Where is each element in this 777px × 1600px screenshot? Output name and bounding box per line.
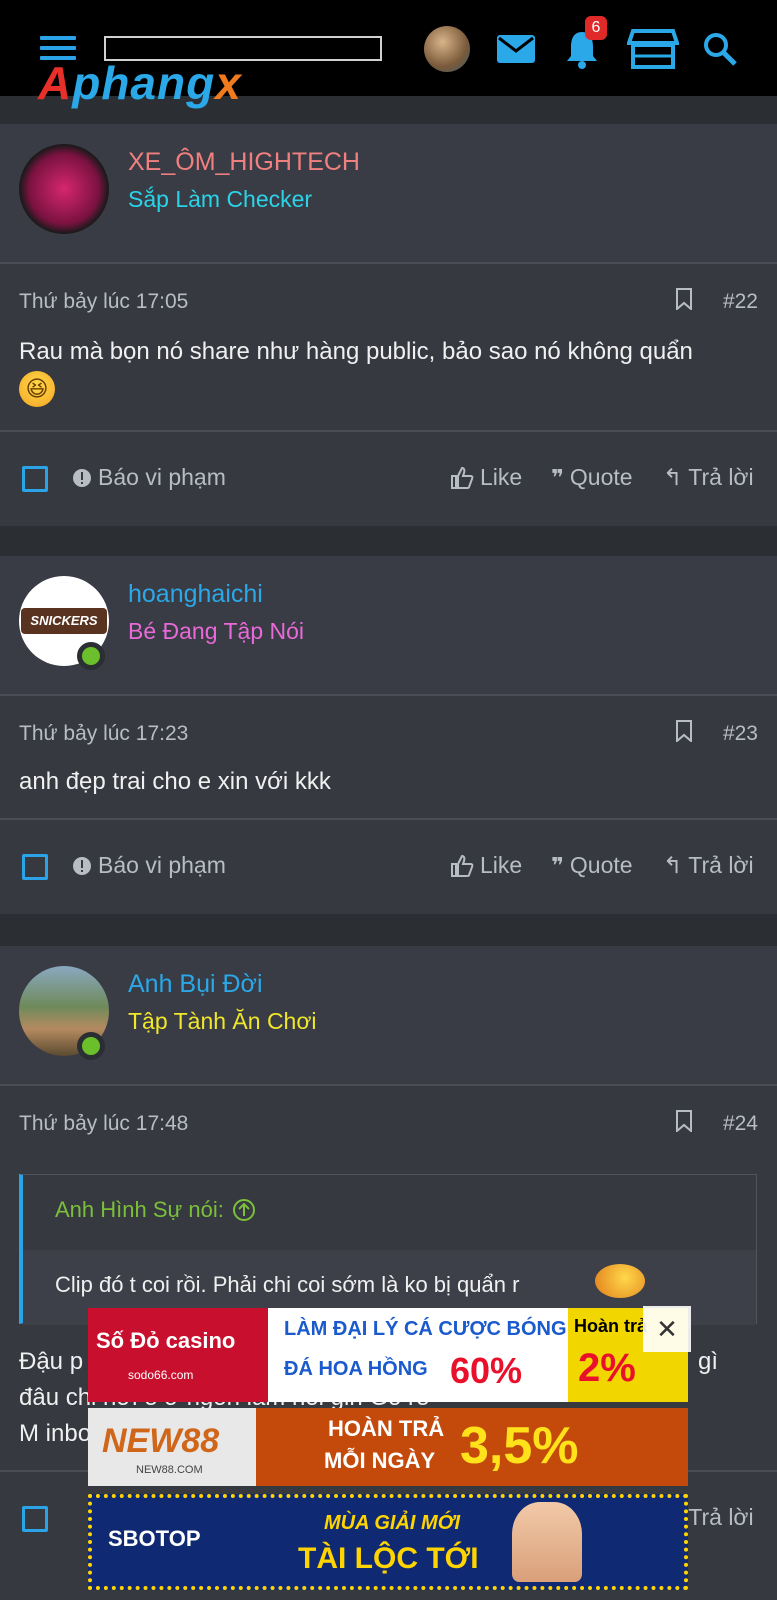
quote-label: Quote	[569, 852, 633, 878]
quote-icon: ❞	[551, 852, 564, 878]
arrow-up-circle-icon[interactable]	[232, 1198, 256, 1222]
post-author-block: XE_ÔM_HIGHTECH Sắp Làm Checker	[0, 124, 777, 264]
ad-brand: SBOTOP	[108, 1526, 201, 1551]
ad-model-image	[512, 1502, 582, 1582]
post-content-line: Đậu p	[19, 1348, 84, 1375]
ad-site: NEW88.COM	[136, 1464, 203, 1476]
reply-button[interactable]: ↰ Trả lời	[663, 852, 754, 879]
post-date[interactable]: Thứ bảy lúc 17:23	[19, 722, 188, 746]
online-indicator-icon	[77, 642, 105, 670]
quote-icon: ❞	[551, 464, 564, 490]
post-number[interactable]: #22	[723, 290, 758, 314]
author-title: Tập Tành Ăn Chơi	[128, 1008, 317, 1034]
post-number[interactable]: #23	[723, 722, 758, 746]
ad-banner-sbotop[interactable]: SBOTOP MÙA GIẢI MỚI TÀI LỘC TỚI	[88, 1494, 688, 1590]
post-card: SNICKERS hoanghaichi Bé Đang Tập Nói Thứ…	[0, 556, 777, 914]
post-content-line: M inbo	[19, 1420, 92, 1447]
author-avatar[interactable]	[19, 144, 109, 234]
reply-icon: ↰	[663, 852, 683, 878]
quote-header: Anh Hình Sự nói:	[23, 1175, 756, 1250]
ad-line2: ĐÁ HOA HỒNG	[284, 1358, 428, 1380]
report-button[interactable]: Báo vi phạm	[72, 852, 226, 879]
top-nav-bar: Aphangx 6	[0, 0, 777, 109]
post-author-block: SNICKERS hoanghaichi Bé Đang Tập Nói	[0, 556, 777, 696]
author-title: Bé Đang Tập Nói	[128, 618, 305, 644]
like-button[interactable]: Like	[450, 464, 522, 491]
post-number[interactable]: #24	[723, 1112, 758, 1136]
author-name[interactable]: XE_ÔM_HIGHTECH	[128, 148, 360, 177]
post-content: anh đẹp trai cho e xin với kkk	[19, 768, 331, 795]
user-avatar[interactable]	[424, 26, 470, 72]
post-date[interactable]: Thứ bảy lúc 17:05	[19, 290, 188, 314]
select-checkbox[interactable]	[22, 466, 48, 492]
like-button[interactable]: Like	[450, 852, 522, 879]
reply-label: Trả lời	[688, 852, 754, 878]
snickers-logo: SNICKERS	[21, 608, 107, 634]
ad-line1: LÀM ĐẠI LÝ CÁ CƯỢC BÓNG	[284, 1318, 567, 1340]
ad-banner-sodo[interactable]: Số Đỏ casino sodo66.com LÀM ĐẠI LÝ CÁ CƯ…	[88, 1308, 688, 1402]
reply-icon: ↰	[663, 464, 683, 490]
thumbs-up-icon	[451, 854, 474, 877]
ad-brand: Số Đỏ casino	[96, 1328, 236, 1353]
post-content-text: Rau mà bọn nó share như hàng public, bảo…	[19, 338, 693, 365]
store-icon[interactable]	[626, 26, 680, 72]
post-content-tail: gì	[698, 1348, 719, 1375]
alert-icon	[73, 468, 91, 487]
ad-side-label: Hoàn trả	[574, 1316, 648, 1336]
ad-line1: MÙA GIẢI MỚI	[324, 1512, 460, 1534]
thumbs-up-icon	[451, 466, 474, 489]
like-label: Like	[480, 464, 523, 490]
ad-line2: MỖI NGÀY	[324, 1448, 436, 1473]
ad-banner-new88[interactable]: NEW88 NEW88.COM HOÀN TRẢ MỖI NGÀY 3,5%	[88, 1408, 688, 1486]
site-logo[interactable]: Aphangx	[38, 56, 242, 110]
post-card: XE_ÔM_HIGHTECH Sắp Làm Checker Thứ bảy l…	[0, 124, 777, 526]
quote-button[interactable]: ❞ Quote	[551, 464, 633, 491]
post-actions-bar: Báo vi phạm Like ❞ Quote ↰ Trả lời	[0, 430, 777, 526]
report-label: Báo vi phạm	[98, 852, 226, 878]
mail-icon[interactable]	[494, 26, 538, 72]
reply-label: Trả lời	[688, 464, 754, 490]
quote-label: Quote	[569, 464, 633, 490]
report-label: Báo vi phạm	[98, 464, 226, 490]
quote-block: Anh Hình Sự nói: Clip đó t coi rồi. Phải…	[19, 1174, 757, 1325]
ad-side-percent: 2%	[578, 1346, 636, 1390]
close-ad-icon[interactable]: ✕	[643, 1306, 691, 1352]
bookmark-icon[interactable]	[676, 720, 692, 742]
author-name[interactable]: hoanghaichi	[128, 580, 263, 609]
ad-line1: HOÀN TRẢ	[328, 1416, 445, 1441]
select-checkbox[interactable]	[22, 854, 48, 880]
emoji-sticker-icon	[595, 1264, 645, 1298]
like-label: Like	[480, 852, 523, 878]
post-date[interactable]: Thứ bảy lúc 17:48	[19, 1112, 188, 1136]
bookmark-icon[interactable]	[676, 1110, 692, 1132]
ad-brand: NEW88	[102, 1422, 220, 1460]
post-content: Rau mà bọn nó share như hàng public, bảo…	[19, 334, 759, 407]
select-checkbox[interactable]	[22, 1506, 48, 1532]
author-title: Sắp Làm Checker	[128, 186, 313, 212]
author-name[interactable]: Anh Bụi Đời	[128, 970, 263, 999]
alert-icon	[73, 856, 91, 875]
ad-site: sodo66.com	[128, 1368, 194, 1382]
search-icon[interactable]	[700, 26, 740, 72]
post-actions-bar: Báo vi phạm Like ❞ Quote ↰ Trả lời	[0, 818, 777, 914]
quote-author-link[interactable]: Anh Hình Sự nói:	[55, 1197, 256, 1223]
report-button[interactable]: Báo vi phạm	[72, 464, 226, 491]
reply-button[interactable]: ↰ Trả lời	[663, 464, 754, 491]
bookmark-icon[interactable]	[676, 288, 692, 310]
ad-percent: 3,5%	[460, 1417, 579, 1475]
quote-button[interactable]: ❞ Quote	[551, 852, 633, 879]
notification-badge: 6	[585, 16, 607, 40]
post-author-block: Anh Bụi Đời Tập Tành Ăn Chơi	[0, 946, 777, 1086]
ad-line2: TÀI LỘC TỚI	[298, 1542, 479, 1575]
online-indicator-icon	[77, 1032, 105, 1060]
ad-percent: 60%	[450, 1350, 523, 1391]
laughing-emoji-icon: 😆	[19, 370, 55, 407]
quote-author: Anh Hình Sự nói:	[55, 1197, 224, 1222]
quote-text: Clip đó t coi rồi. Phải chi coi sớm là k…	[55, 1272, 520, 1297]
reply-label: Trả lời	[688, 1504, 754, 1530]
